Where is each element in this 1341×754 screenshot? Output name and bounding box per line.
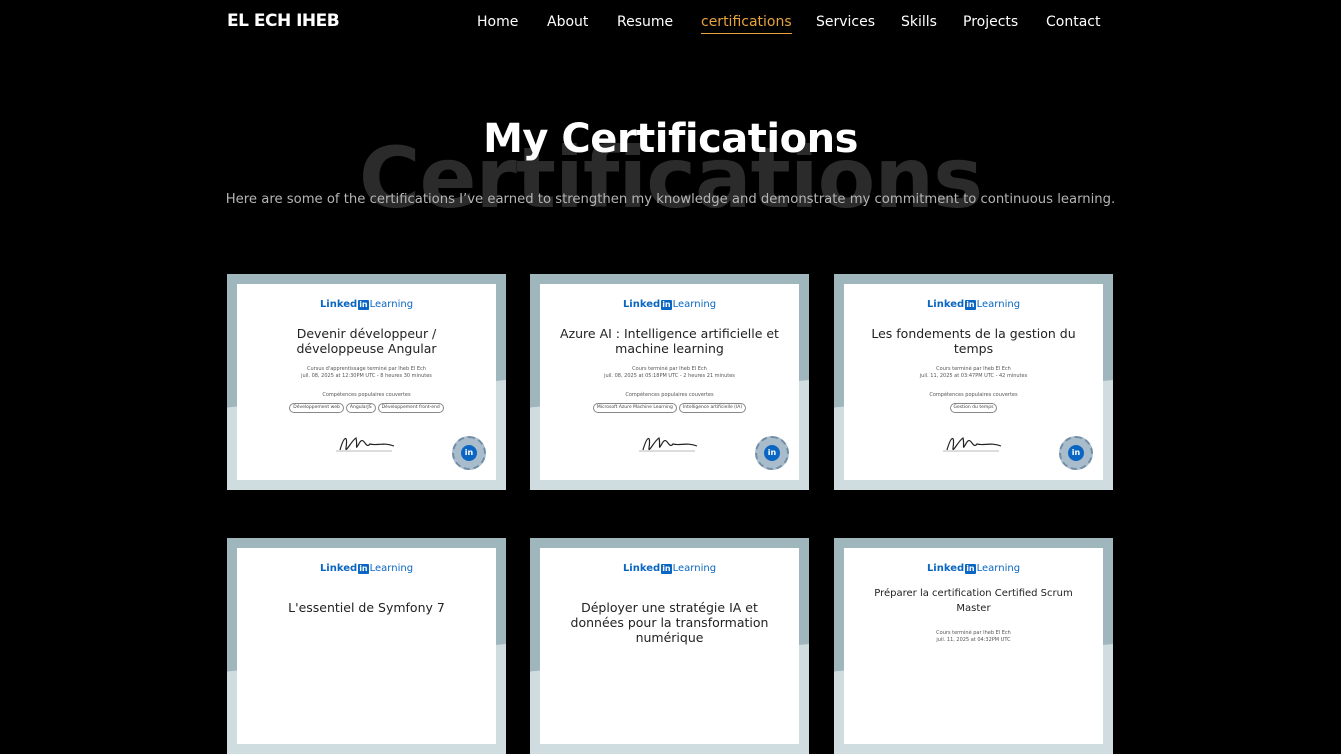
section-title: My Certifications	[483, 116, 858, 162]
learning-wordmark: Learning	[672, 299, 717, 310]
certificate-completed-by: Cours terminé par Iheb El Ech	[936, 630, 1011, 636]
certificate-image: Linked in Learning Préparer la certificati…	[844, 548, 1103, 744]
certificate-card[interactable]: Linked in Learning L'essentiel de Symfony …	[227, 538, 506, 754]
nav-skills-link[interactable]: Skills	[901, 13, 937, 31]
linkedin-learning-logo: Linked in Learning	[540, 299, 799, 311]
linkedin-badge-icon: in	[755, 436, 789, 470]
skill-tag: Intelligence artificielle (IA)	[678, 403, 747, 413]
learning-wordmark: Learning	[369, 563, 414, 574]
skill-tag: Microsoft Azure Machine Learning	[592, 403, 677, 413]
linkedin-in-icon: in	[965, 300, 976, 310]
skill-tag: Développement web	[289, 403, 344, 413]
nav-certifications-link[interactable]: certifications	[701, 13, 792, 34]
nav-contact-link[interactable]: Contact	[1046, 13, 1100, 31]
learning-wordmark: Learning	[976, 299, 1021, 310]
certificate-completed-by: Cours terminé par Iheb El Ech	[632, 366, 707, 372]
learning-wordmark: Learning	[369, 299, 414, 310]
linkedin-wordmark: Linked	[926, 299, 965, 310]
linkedin-wordmark: Linked	[926, 563, 965, 574]
certificate-title: Préparer la certification Certified Scru…	[874, 588, 1073, 614]
nav-projects-link[interactable]: Projects	[963, 13, 1018, 31]
skills-label: Compétences populaires couvertes	[322, 392, 411, 398]
certificate-title: Devenir développeur / développeuse Angul…	[296, 326, 437, 356]
linkedin-wordmark: Linked	[622, 563, 661, 574]
linkedin-wordmark: Linked	[622, 299, 661, 310]
skills-list: Développement web AngularJS Développement …	[245, 403, 488, 413]
certificate-date: juil. 08, 2025 at 12:30PM UTC - 8 heures…	[301, 373, 432, 379]
linkedin-in-icon: in	[358, 300, 369, 310]
top-navbar: EL ECH IHEB Home About Resume certificat…	[0, 0, 1341, 44]
linkedin-badge-icon: in	[452, 436, 486, 470]
nav-resume-link[interactable]: Resume	[617, 13, 673, 31]
skill-tag: AngularJS	[345, 403, 376, 413]
certificate-image: Linked in Learning L'essentiel de Symfony …	[237, 548, 496, 744]
skills-list: Microsoft Azure Machine Learning Intellig…	[548, 403, 791, 413]
certificate-meta: Cours terminé par Iheb El Ech juil. 11, …	[854, 366, 1093, 380]
linkedin-in-icon: in	[358, 564, 369, 574]
linkedin-badge-icon: in	[1059, 436, 1093, 470]
linkedin-in-icon: in	[965, 564, 976, 574]
linkedin-in-icon: in	[661, 564, 672, 574]
certificate-date: juil. 08, 2025 at 05:18PM UTC - 2 heures…	[604, 373, 735, 379]
nav-about-link[interactable]: About	[547, 13, 588, 31]
skill-tag: Développement front-end	[377, 403, 444, 413]
certificate-completed-by: Cours terminé par Iheb El Ech	[936, 366, 1011, 372]
certificate-image: Linked in Learning Les fondements de la ge…	[844, 284, 1103, 480]
linkedin-learning-logo: Linked in Learning	[237, 299, 496, 311]
linkedin-learning-logo: Linked in Learning	[844, 563, 1103, 575]
nav-home-link[interactable]: Home	[477, 13, 518, 31]
certificate-card[interactable]: Linked in Learning Azure AI : Intelligence…	[530, 274, 809, 490]
linkedin-learning-logo: Linked in Learning	[237, 563, 496, 575]
certificate-card[interactable]: Linked in Learning Déployer une stratégie …	[530, 538, 809, 754]
learning-wordmark: Learning	[672, 563, 717, 574]
certificate-title: Les fondements de la gestion du temps	[871, 326, 1076, 356]
nav-menu: Home About Resume certifications Service…	[0, 13, 1341, 37]
linkedin-wordmark: Linked	[319, 299, 358, 310]
linkedin-in-icon: in	[661, 300, 672, 310]
skills-label: Compétences populaires couvertes	[625, 392, 714, 398]
certificate-meta: Cours terminé par Iheb El Ech juil. 11, …	[854, 630, 1093, 644]
certificate-card[interactable]: Linked in Learning Les fondements de la ge…	[834, 274, 1113, 490]
nav-services-link[interactable]: Services	[816, 13, 875, 31]
skills-list: Gestion du temps	[852, 403, 1095, 413]
certificate-title: Déployer une stratégie IA et données pou…	[570, 600, 769, 645]
certificate-date: juil. 11, 2025 at 04:32PM UTC	[936, 637, 1011, 643]
section-subtitle: Here are some of the certifications I’ve…	[225, 192, 1116, 207]
certificate-image: Linked in Learning Devenir développeur / d…	[237, 284, 496, 480]
linkedin-wordmark: Linked	[319, 563, 358, 574]
certificate-completed-by: Cursus d'apprentissage terminé par Iheb …	[307, 366, 426, 372]
certificate-card[interactable]: Linked in Learning Devenir développeur / d…	[227, 274, 506, 490]
certificate-meta: Cours terminé par Iheb El Ech juil. 08, …	[550, 366, 789, 380]
skills-label: Compétences populaires couvertes	[929, 392, 1018, 398]
certificate-date: juil. 11, 2025 at 03:47PM UTC - 42 minut…	[919, 373, 1028, 379]
certificate-image: Linked in Learning Déployer une stratégie …	[540, 548, 799, 744]
linkedin-learning-logo: Linked in Learning	[844, 299, 1103, 311]
certificate-image: Linked in Learning Azure AI : Intelligence…	[540, 284, 799, 480]
skill-tag: Gestion du temps	[949, 403, 998, 413]
certificate-meta: Cursus d'apprentissage terminé par Iheb …	[247, 366, 486, 380]
certificate-card[interactable]: Linked in Learning Préparer la certificati…	[834, 538, 1113, 754]
linkedin-learning-logo: Linked in Learning	[540, 563, 799, 575]
learning-wordmark: Learning	[976, 563, 1021, 574]
certificate-title: L'essentiel de Symfony 7	[288, 600, 445, 615]
certificate-title: Azure AI : Intelligence artificielle et …	[560, 326, 779, 356]
